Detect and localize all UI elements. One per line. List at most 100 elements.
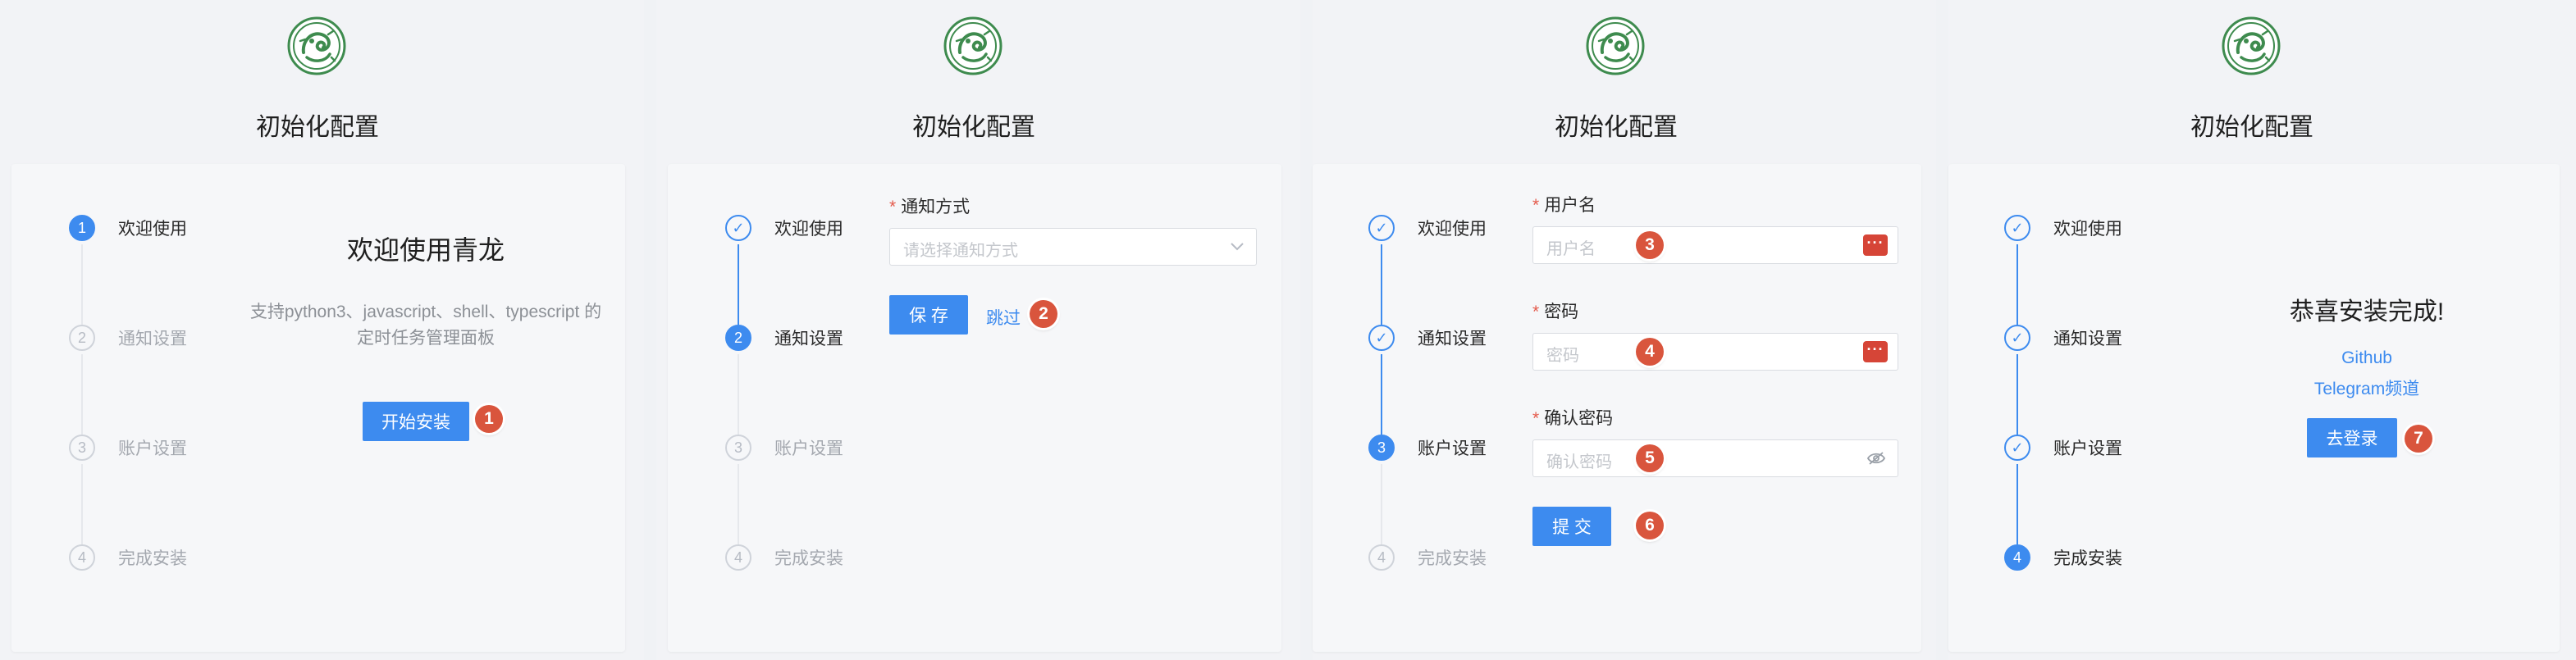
step-connector (738, 244, 739, 325)
check-icon: ✓ (2004, 215, 2030, 241)
step-connector (738, 464, 739, 544)
step-label: 通知设置 (2053, 330, 2122, 348)
welcome-heading: 欢迎使用青龙 (346, 235, 505, 265)
password-label: * 密码 (1532, 298, 1578, 323)
skip-link[interactable]: 跳过 (986, 305, 1021, 330)
password-manager-icon[interactable]: ··· (1863, 234, 1888, 256)
step-badge: 1 (475, 405, 503, 433)
password-manager-icon[interactable]: ··· (1863, 341, 1888, 362)
step-finish: 4 完成安装 (1368, 544, 1487, 571)
step-number: 4 (725, 544, 751, 571)
username-label: * 用户名 (1532, 192, 1596, 216)
page-title: 初始化配置 (1555, 114, 1678, 141)
label-text: 通知方式 (901, 198, 971, 216)
step-number: 1 (69, 215, 95, 241)
step-account: ✓ 账户设置 (2004, 435, 2122, 461)
complete-heading: 恭喜安装完成! (2289, 298, 2445, 325)
label-text: 确认密码 (1544, 409, 1614, 428)
step-finish: 4 完成安装 (2004, 544, 2122, 571)
step-label: 欢迎使用 (1418, 220, 1487, 239)
step-welcome: ✓ 欢迎使用 (725, 215, 843, 241)
step-connector (1381, 244, 1382, 325)
setup-card: ✓ 欢迎使用 ✓ 通知设置 3 账户设置 4 完成安装 * 用户名 用户名 ···… (1313, 164, 1921, 652)
step-label: 完成安装 (1418, 549, 1487, 568)
step-notify: 2 通知设置 (69, 325, 187, 351)
step-number: 3 (1368, 435, 1395, 461)
label-text: 密码 (1544, 303, 1579, 321)
step-welcome: 1 欢迎使用 (69, 215, 187, 241)
go-login-button[interactable]: 去登录 (2307, 418, 2397, 457)
step-badge: 6 (1636, 512, 1664, 539)
chevron-down-icon (1231, 243, 1244, 251)
description-line: 定时任务管理面板 (357, 329, 495, 348)
step-badge: 5 (1636, 444, 1664, 472)
start-install-button[interactable]: 开始安装 (363, 402, 469, 441)
step-notify: ✓ 通知设置 (2004, 325, 2122, 351)
step-notify: ✓ 通知设置 (1368, 325, 1487, 351)
step-connector (2016, 464, 2018, 544)
step-number: 3 (725, 435, 751, 461)
step-account: 3 账户设置 (1368, 435, 1487, 461)
page-title: 初始化配置 (2190, 114, 2313, 141)
description-line: 支持python3、javascript、shell、typescript 的 (249, 303, 602, 321)
step-badge: 2 (1030, 300, 1057, 328)
required-mark: * (889, 198, 897, 216)
eye-slash-icon[interactable] (1866, 451, 1886, 466)
step-number: 3 (69, 435, 95, 461)
step-label: 账户设置 (774, 439, 843, 458)
step-finish: 4 完成安装 (69, 544, 187, 571)
input-placeholder: 密码 (1546, 347, 1579, 365)
password-field[interactable]: 密码 ··· (1532, 333, 1898, 371)
required-mark: * (1532, 196, 1540, 215)
check-icon: ✓ (725, 215, 751, 241)
check-icon: ✓ (2004, 325, 2030, 351)
step-badge: 7 (2405, 425, 2432, 453)
step-label: 账户设置 (2053, 439, 2122, 458)
step-label: 完成安装 (118, 549, 187, 568)
step-label: 通知设置 (118, 330, 187, 348)
check-icon: ✓ (1368, 325, 1395, 351)
step-number: 4 (1368, 544, 1395, 571)
step-connector (2016, 244, 2018, 325)
step-label: 完成安装 (774, 549, 843, 568)
step-connector (81, 244, 83, 325)
step-label: 欢迎使用 (774, 220, 843, 239)
step-account: 3 账户设置 (725, 435, 843, 461)
panel-complete: 初始化配置 ✓ 欢迎使用 ✓ 通知设置 ✓ 账户设置 4 完成安装 恭喜安装完成… (1948, 0, 2576, 660)
qinglong-logo-icon (1586, 16, 1645, 75)
step-finish: 4 完成安装 (725, 544, 843, 571)
input-placeholder: 用户名 (1546, 240, 1596, 258)
confirm-password-field[interactable]: 确认密码 (1532, 439, 1898, 477)
step-label: 账户设置 (1418, 439, 1487, 458)
panel-account: 初始化配置 ✓ 欢迎使用 ✓ 通知设置 3 账户设置 4 完成安装 * 用户名 用… (1313, 0, 1936, 660)
step-number: 2 (69, 325, 95, 351)
input-placeholder: 确认密码 (1546, 453, 1612, 471)
step-notify: 2 通知设置 (725, 325, 843, 351)
step-label: 欢迎使用 (118, 220, 187, 239)
save-button[interactable]: 保 存 (889, 295, 968, 335)
username-field[interactable]: 用户名 ··· (1532, 226, 1898, 264)
github-link[interactable]: Github (2211, 348, 2523, 368)
panel-welcome: 初始化配置 1 欢迎使用 2 通知设置 3 账户设置 4 完成安装 欢迎使用青龙… (0, 0, 644, 660)
step-badge: 3 (1636, 231, 1664, 259)
step-label: 欢迎使用 (2053, 220, 2122, 239)
step-account: 3 账户设置 (69, 435, 187, 461)
step-label: 账户设置 (118, 439, 187, 458)
qinglong-logo-icon (287, 16, 346, 75)
page-title: 初始化配置 (912, 114, 1035, 141)
setup-card: 1 欢迎使用 2 通知设置 3 账户设置 4 完成安装 欢迎使用青龙 支持pyt… (11, 164, 625, 652)
telegram-link[interactable]: Telegram频道 (2211, 376, 2523, 400)
label-text: 用户名 (1544, 196, 1596, 215)
page-title: 初始化配置 (256, 114, 379, 141)
step-number: 4 (69, 544, 95, 571)
qinglong-logo-icon (2222, 16, 2281, 75)
setup-card: ✓ 欢迎使用 2 通知设置 3 账户设置 4 完成安装 * 通知方式 请选择通知方… (668, 164, 1281, 652)
qinglong-logo-icon (943, 16, 1003, 75)
step-label: 完成安装 (2053, 549, 2122, 568)
submit-button[interactable]: 提 交 (1532, 507, 1611, 546)
select-placeholder: 请选择通知方式 (903, 242, 1018, 260)
notify-method-select[interactable]: 请选择通知方式 (889, 228, 1257, 266)
check-icon: ✓ (2004, 435, 2030, 461)
step-connector (2016, 354, 2018, 435)
step-label: 通知设置 (774, 330, 843, 348)
